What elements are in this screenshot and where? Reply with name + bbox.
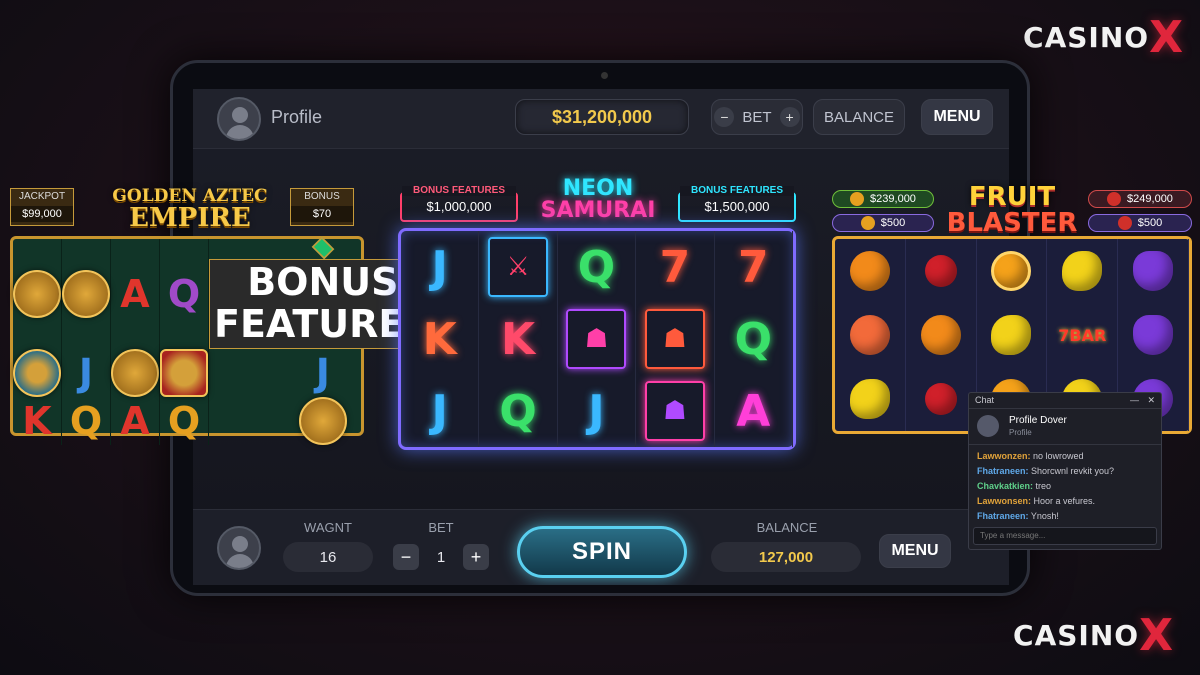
neon-seven: 7 xyxy=(636,231,715,303)
aztec-title: GOLDEN AZTEC EMPIRE xyxy=(112,186,268,233)
cherry-symbol xyxy=(906,367,977,431)
balance-button[interactable]: BALANCE xyxy=(813,99,905,135)
neon-left-tag: BONUS FEATURES $1,000,000 xyxy=(400,186,518,222)
neon-swords-symbol: ⚔ xyxy=(479,231,558,303)
lemon-symbol xyxy=(977,303,1048,367)
camera-dot xyxy=(601,72,608,79)
aztec-coin-symbol xyxy=(13,239,62,349)
bet-plus-button-bottom[interactable]: + xyxy=(463,544,489,570)
fruit-tag-2: $500 xyxy=(832,214,934,232)
menu-button-bottom[interactable]: MENU xyxy=(879,534,951,568)
minimize-icon[interactable]: — xyxy=(1130,395,1139,405)
balance-label-bottom: BALANCE xyxy=(756,520,818,535)
avatar[interactable] xyxy=(217,97,261,141)
fruit-tag-3: $249,000 xyxy=(1088,190,1192,208)
cherry-symbol xyxy=(906,239,977,303)
neon-letter: K xyxy=(401,303,480,375)
chat-message: Fhatraneen: Ynosh! xyxy=(977,511,1059,521)
neon-seven: 7 xyxy=(715,231,793,303)
lemon-symbol xyxy=(835,367,906,431)
casino-x-logo: CASINOX xyxy=(1023,12,1184,63)
neon-samurai-helmet-symbol: ☗ xyxy=(636,375,715,447)
aztec-letter: A xyxy=(111,396,160,445)
neon-samurai-helmet-symbol: ☗ xyxy=(636,303,715,375)
fruit-tag-4: $500 xyxy=(1088,214,1192,232)
neon-letter: J xyxy=(401,375,480,447)
spin-button[interactable]: SPIN xyxy=(517,526,687,578)
neon-reels: J ⚔ Q 7 7 K K ☗ ☗ Q J Q J ☗ A xyxy=(398,228,796,450)
profile-label[interactable]: Profile xyxy=(271,107,322,128)
lemon-symbol xyxy=(1047,239,1119,303)
neon-letter: A xyxy=(715,375,793,447)
neon-letter: Q xyxy=(479,375,558,447)
aztec-letter: A xyxy=(111,239,160,349)
bet-label: BET xyxy=(742,108,772,126)
chat-user-name: Profile Dover xyxy=(1009,415,1067,426)
avatar-bottom[interactable] xyxy=(217,526,261,570)
orange-symbol xyxy=(835,239,906,303)
wager-value: 16 xyxy=(283,542,373,572)
fruit-tag-1: $239,000 xyxy=(832,190,934,208)
wager-label: WAGNT xyxy=(304,520,352,535)
aztec-reels: A Q BONUS FEATURES J J K Q A Q xyxy=(10,236,438,445)
balance-value: 127,000 xyxy=(711,542,861,572)
grapes-symbol xyxy=(1118,303,1189,367)
aztec-jackpot-tag: JACKPOT $99,000 xyxy=(10,188,74,226)
neon-title: NEON SAMURAI xyxy=(540,176,656,223)
aztec-letter: Q xyxy=(160,396,209,445)
bet-control: − BET + xyxy=(711,99,803,135)
neon-samurai-machine[interactable]: BONUS FEATURES $1,000,000 BONUS FEATURES… xyxy=(398,178,796,450)
neon-letter: Q xyxy=(715,303,793,375)
chat-user[interactable]: Profile Dover Profile xyxy=(969,409,1161,445)
chat-title: Chat xyxy=(975,395,995,405)
orange-slice-symbol xyxy=(977,239,1048,303)
chat-window: Chat — ✕ Profile Dover Profile Lawwonzen… xyxy=(968,392,1162,550)
close-icon[interactable]: ✕ xyxy=(1147,395,1155,405)
fruit-title: FRUIT BLASTER xyxy=(946,182,1078,238)
chat-messages: Lawwonzen: no lowrowed Fhatraneen: Shorc… xyxy=(969,445,1161,528)
grapes-symbol xyxy=(1118,239,1189,303)
chat-message: Lawwonsen: Hoor a vefures. xyxy=(977,496,1096,506)
aztec-letter: K xyxy=(13,396,62,445)
bottom-bar: WAGNT 16 BET − 1 + SPIN BALANCE 127,000 … xyxy=(193,509,1009,585)
aztec-letter: J xyxy=(62,348,111,397)
top-bar: Profile $31,200,000 − BET + BALANCE MENU xyxy=(193,89,1009,149)
chat-input[interactable]: Type a message... xyxy=(973,527,1157,545)
chat-message: Fhatraneen: Shorcwnl revkit you? xyxy=(977,466,1115,476)
bet-label-bottom: BET xyxy=(428,520,454,535)
golden-aztec-machine[interactable]: JACKPOT $99,000 BONUS $70 GOLDEN AZTEC E… xyxy=(10,182,438,445)
neon-letter: K xyxy=(479,303,558,375)
chat-message: Lawwonzen: no lowrowed xyxy=(977,451,1084,461)
neon-letter: J xyxy=(401,231,480,303)
seven-bar-symbol: 7BAR xyxy=(1047,303,1119,367)
aztec-red-mask-symbol xyxy=(160,348,209,397)
bet-plus-button[interactable]: + xyxy=(779,107,800,127)
neon-samurai-helmet-symbol: ☗ xyxy=(558,303,637,375)
jackpot-display: $31,200,000 xyxy=(515,99,689,135)
neon-letter: J xyxy=(558,375,637,447)
menu-button-top[interactable]: MENU xyxy=(921,99,993,135)
aztec-bonus-tag: BONUS $70 xyxy=(290,188,354,226)
casino-x-logo-bottom: CASINOX xyxy=(1013,610,1174,661)
orange-symbol xyxy=(906,303,977,367)
aztec-letter: Q xyxy=(62,396,111,445)
chat-header: Chat — ✕ xyxy=(969,393,1161,409)
bet-value: 1 xyxy=(436,548,446,566)
peach-symbol xyxy=(835,303,906,367)
aztec-mask-symbol xyxy=(111,348,160,397)
chat-user-sub: Profile xyxy=(1009,428,1032,437)
neon-right-tag: BONUS FEATURES $1,500,000 xyxy=(678,186,796,222)
bet-minus-button-bottom[interactable]: − xyxy=(393,544,419,570)
aztec-sun-symbol xyxy=(13,348,62,397)
neon-letter: Q xyxy=(558,231,637,303)
chat-avatar xyxy=(977,415,999,437)
bet-minus-button[interactable]: − xyxy=(714,107,735,127)
chat-message: Chavkatkien: treo xyxy=(977,481,1052,491)
aztec-letter: Q xyxy=(160,239,209,349)
aztec-mask-symbol xyxy=(62,239,111,349)
bet-stepper: − 1 + xyxy=(393,542,489,572)
